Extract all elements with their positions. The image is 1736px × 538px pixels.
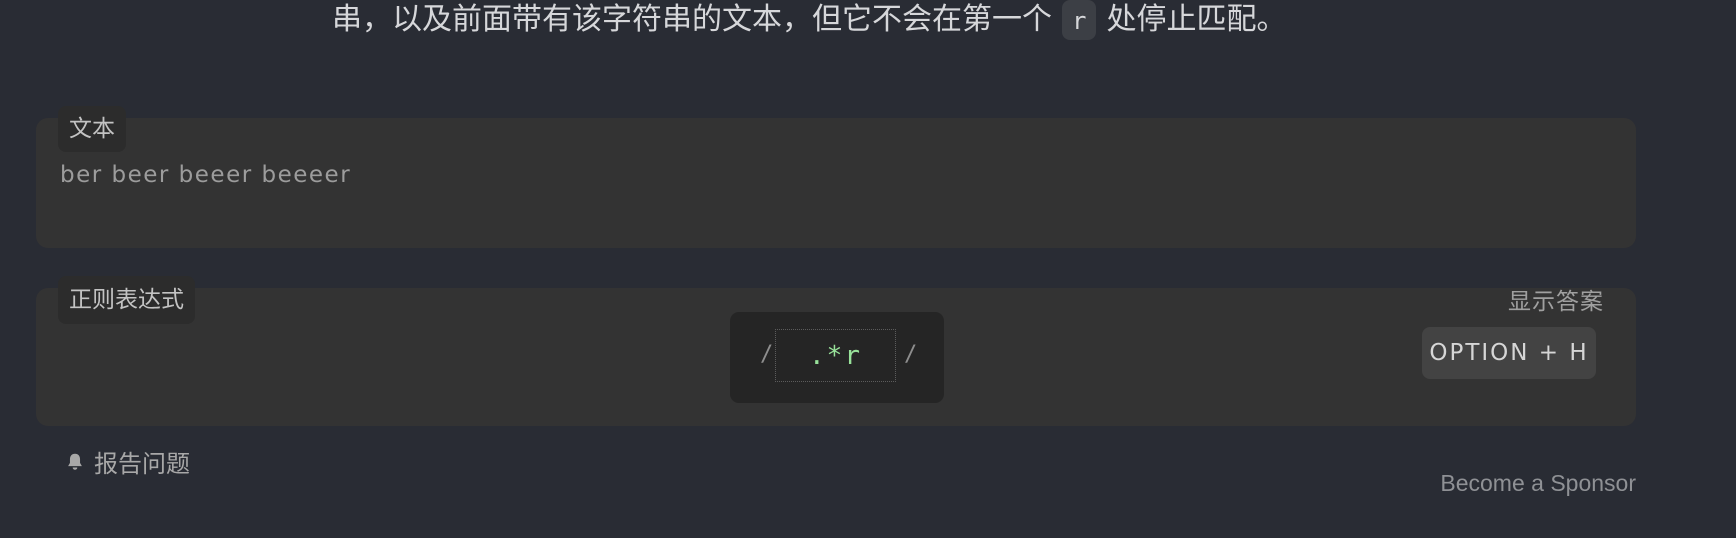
regex-editor: / / [730, 312, 944, 403]
inline-code: r [1062, 0, 1097, 40]
regex-panel-label: 正则表达式 [58, 276, 195, 324]
test-text: ber beer beeer beeeer [60, 162, 352, 188]
regex-input[interactable] [775, 329, 896, 382]
regex-delimiter-left: / [760, 342, 774, 367]
lesson-description-text: 串，以及前面带有该字符串的文本，但它不会在第一个 [332, 2, 1052, 37]
lesson-description-text-end: 处停止匹配。 [1106, 2, 1287, 37]
text-panel-label: 文本 [58, 106, 126, 152]
report-issue-link[interactable]: 报告问题 [64, 444, 190, 479]
show-answer-label: 显示答案 [1508, 289, 1604, 315]
bell-icon [68, 453, 82, 470]
report-issue-label: 报告问题 [94, 450, 190, 478]
lesson-description: 串，以及前面带有该字符串的文本，但它不会在第一个 r 处停止匹配。 [332, 0, 1286, 40]
regex-delimiter-right: / [904, 342, 918, 367]
show-answer-button[interactable]: OPTION + H [1422, 327, 1596, 379]
regex-panel: 正则表达式 / / 显示答案 OPTION + H [36, 276, 1636, 426]
sponsor-link[interactable]: Become a Sponsor [1440, 470, 1636, 497]
text-panel: 文本 ber beer beeer beeeer [36, 106, 1636, 248]
